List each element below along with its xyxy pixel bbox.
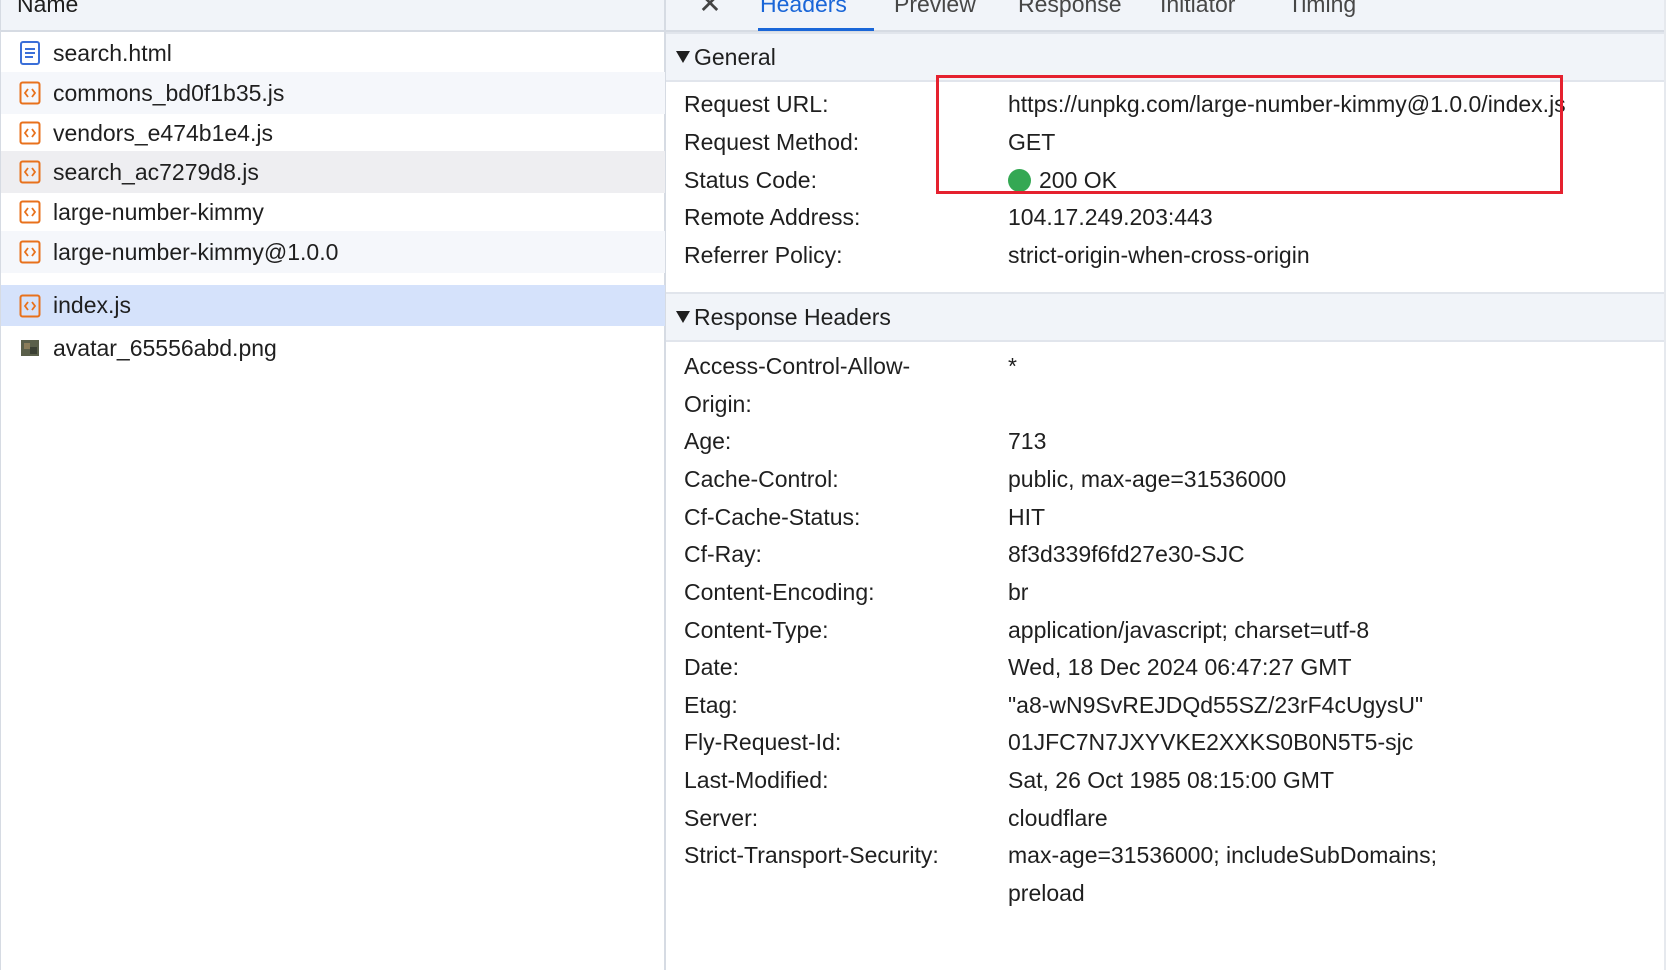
header-value[interactable]: 104.17.249.203:443 — [1008, 204, 1213, 231]
header-key: Request URL: — [684, 91, 829, 117]
header-value[interactable]: "a8-wN9SvREJDQd55SZ/23rF4cUgysU" — [1008, 692, 1423, 719]
request-row[interactable]: large-number-kimmy — [1, 191, 665, 233]
header-value[interactable]: application/javascript; charset=utf-8 — [1008, 617, 1369, 644]
script-icon — [18, 81, 42, 105]
request-row[interactable]: commons_bd0f1b35.js — [1, 72, 665, 114]
header-key: Cf-Ray: — [684, 541, 762, 567]
tab-response[interactable]: Response — [1018, 0, 1122, 18]
header-value[interactable]: 01JFC7N7JXYVKE2XXKS0B0N5T5-sjc — [1008, 729, 1413, 756]
request-name: large-number-kimmy — [53, 198, 264, 225]
image-icon — [18, 336, 42, 360]
header-value[interactable]: * — [1008, 353, 1017, 380]
header-key: Content-Type: — [684, 617, 829, 643]
section-title: General — [694, 43, 776, 70]
header-value[interactable]: public, max-age=31536000 — [1008, 466, 1286, 493]
header-key: Date: — [684, 654, 739, 680]
details-tab-bar: ✕ Headers Preview Response Initiator Tim… — [666, 0, 1666, 32]
header-key: Etag: — [684, 692, 738, 718]
header-value-continuation[interactable]: preload — [1008, 880, 1085, 907]
request-name: commons_bd0f1b35.js — [53, 79, 285, 106]
request-details-panel: ✕ Headers Preview Response Initiator Tim… — [666, 0, 1666, 970]
header-key: Cache-Control: — [684, 466, 839, 492]
script-icon — [18, 240, 42, 264]
header-value[interactable]: br — [1008, 579, 1028, 606]
header-key: Referrer Policy: — [684, 242, 843, 268]
script-icon — [18, 160, 42, 184]
request-row[interactable]: search_ac7279d8.js — [1, 151, 665, 193]
header-value[interactable]: 713 — [1008, 428, 1046, 455]
request-row[interactable]: search.html — [1, 32, 665, 74]
header-key: Access-Control-Allow- — [684, 353, 911, 379]
section-title: Response Headers — [694, 303, 891, 330]
header-key: Content-Encoding: — [684, 579, 875, 605]
request-name: avatar_65556abd.png — [53, 334, 277, 361]
header-key: Age: — [684, 428, 732, 454]
tab-initiator[interactable]: Initiator — [1160, 0, 1235, 18]
header-value[interactable]: Sat, 26 Oct 1985 08:15:00 GMT — [1008, 767, 1334, 794]
script-icon — [18, 200, 42, 224]
header-key-continuation: Origin: — [684, 391, 752, 417]
header-key: Last-Modified: — [684, 767, 829, 793]
expand-triangle-icon — [676, 311, 690, 323]
header-value[interactable]: strict-origin-when-cross-origin — [1008, 242, 1310, 269]
expand-triangle-icon — [676, 51, 690, 63]
close-icon[interactable]: ✕ — [696, 0, 724, 18]
response-headers-section-header[interactable]: Response Headers — [666, 292, 1666, 342]
header-key: Status Code: — [684, 167, 817, 193]
header-value[interactable]: HIT — [1008, 504, 1045, 531]
tab-headers[interactable]: Headers — [760, 0, 847, 18]
request-name: index.js — [53, 292, 131, 318]
header-value[interactable]: max-age=31536000; includeSubDomains; — [1008, 842, 1437, 869]
request-name: vendors_e474b1e4.js — [53, 119, 273, 146]
name-column-label: Name — [17, 0, 79, 17]
header-key: Server: — [684, 805, 759, 831]
active-tab-indicator — [758, 28, 874, 31]
header-key: Fly-Request-Id: — [684, 729, 842, 755]
header-key: Request Method: — [684, 129, 860, 155]
name-column-header[interactable]: Name — [1, 0, 664, 32]
request-row-selected[interactable]: index.js — [1, 285, 665, 326]
header-value[interactable]: 8f3d339f6fd27e30-SJC — [1008, 541, 1245, 568]
header-key: Cf-Cache-Status: — [684, 504, 861, 530]
document-icon — [18, 41, 42, 65]
header-key: Strict-Transport-Security: — [684, 842, 939, 868]
script-icon — [18, 294, 42, 318]
header-value[interactable]: Wed, 18 Dec 2024 06:47:27 GMT — [1008, 654, 1352, 681]
script-icon — [18, 121, 42, 145]
request-name: search_ac7279d8.js — [53, 158, 259, 185]
tab-timing[interactable]: Timing — [1288, 0, 1356, 18]
request-row[interactable]: avatar_65556abd.png — [1, 327, 665, 369]
request-name: large-number-kimmy@1.0.0 — [53, 238, 339, 265]
request-name: search.html — [53, 39, 172, 66]
request-row[interactable]: vendors_e474b1e4.js — [1, 112, 665, 154]
highlight-annotation-box — [936, 75, 1563, 194]
request-row[interactable]: large-number-kimmy@1.0.0 — [1, 231, 665, 273]
request-list-panel: Name search.html commons_bd0f1b35.js ven… — [0, 0, 666, 970]
header-key: Remote Address: — [684, 204, 861, 230]
tab-preview[interactable]: Preview — [894, 0, 976, 18]
header-value[interactable]: cloudflare — [1008, 805, 1108, 832]
